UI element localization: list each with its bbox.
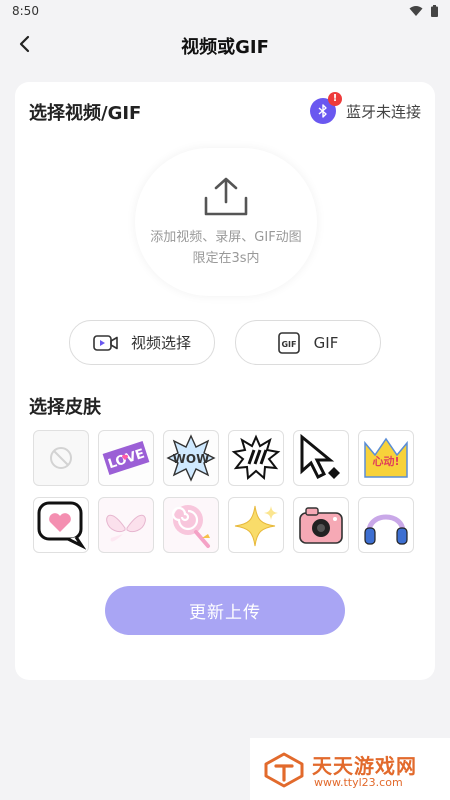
exclaim-burst-icon	[231, 434, 281, 481]
heart-crown-icon: 心动!	[364, 437, 408, 478]
skin-heart-bubble[interactable]	[33, 497, 89, 553]
status-bar: 8:50	[0, 0, 450, 22]
update-upload-button[interactable]: 更新上传	[105, 586, 345, 635]
wings-icon	[106, 514, 146, 542]
app-header: 视频或GIF	[0, 22, 450, 66]
skin-none[interactable]	[33, 430, 89, 486]
main-card: 选择视频/GIF ! 蓝牙未连接 添加视频、录屏、GIF动图 限定在3s内 视频…	[15, 82, 435, 680]
svg-text:GIF: GIF	[281, 340, 296, 349]
skin-crown[interactable]: 心动!	[358, 430, 414, 486]
page-title: 视频或GIF	[181, 37, 269, 58]
video-select-label: 视频选择	[130, 334, 191, 352]
skin-wings[interactable]	[98, 497, 154, 553]
watermark-brand: 天天游戏网	[312, 754, 417, 778]
lollipop-icon	[171, 505, 210, 548]
skin-exclaim[interactable]	[228, 430, 284, 486]
skin-headphones[interactable]	[358, 497, 414, 553]
skin-lollipop[interactable]	[163, 497, 219, 553]
watermark-url: www.ttyl23.com	[314, 776, 403, 789]
watermark-logo-icon	[264, 752, 304, 788]
wow-burst-icon: WOW	[166, 434, 216, 482]
sparkle-icon	[234, 505, 278, 547]
video-camera-icon	[93, 334, 118, 351]
upload-icon	[204, 177, 248, 216]
status-icons	[409, 5, 438, 17]
wifi-icon	[409, 6, 423, 16]
upload-hint: 添加视频、录屏、GIF动图	[150, 230, 302, 245]
upload-limit-hint: 限定在3s内	[192, 251, 260, 266]
no-skin-icon	[50, 447, 72, 469]
skin-love[interactable]: LOVE	[98, 430, 154, 486]
bluetooth-icon: !	[309, 92, 342, 124]
status-time: 8:50	[12, 4, 39, 18]
camera-icon	[299, 507, 343, 544]
heart-bubble-icon	[37, 501, 86, 550]
love-text-icon: LOVE	[102, 441, 150, 475]
skin-camera[interactable]	[293, 497, 349, 553]
bluetooth-status-text: 蓝牙未连接	[345, 102, 421, 121]
video-select-button[interactable]: 视频选择	[69, 320, 215, 365]
warning-badge-icon: !	[327, 92, 342, 106]
gif-icon: GIF	[277, 331, 300, 354]
svg-text:WOW: WOW	[173, 452, 210, 466]
gif-select-label: GIF	[313, 333, 339, 352]
headphones-icon	[364, 514, 408, 545]
svg-text:心动!: 心动!	[372, 454, 399, 468]
skin-cursor[interactable]	[293, 430, 349, 486]
upload-area[interactable]: 添加视频、录屏、GIF动图 限定在3s内	[135, 148, 317, 296]
select-video-title: 选择视频/GIF	[29, 103, 142, 124]
select-skin-title: 选择皮肤	[29, 397, 101, 418]
gif-select-button[interactable]: GIF GIF	[235, 320, 381, 365]
watermark: 天天游戏网 www.ttyl23.com	[250, 738, 450, 800]
skin-sparkle[interactable]	[228, 497, 284, 553]
skin-wow[interactable]: WOW	[163, 430, 219, 486]
bluetooth-status[interactable]: ! 蓝牙未连接	[309, 92, 421, 124]
cursor-icon	[300, 433, 340, 480]
battery-icon	[431, 5, 438, 17]
